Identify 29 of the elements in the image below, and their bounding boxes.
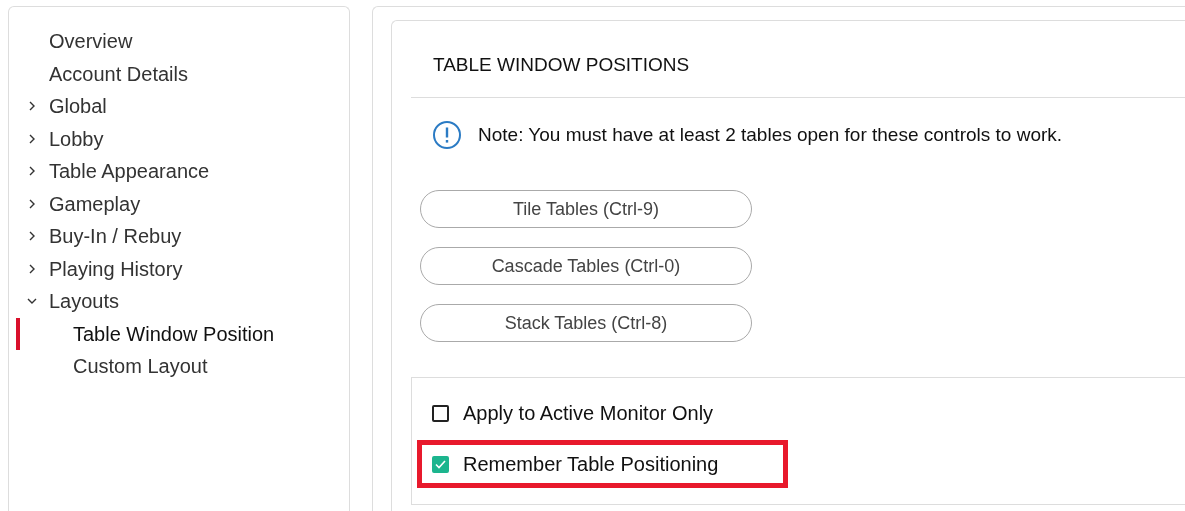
chevron-right-icon[interactable] [27, 263, 37, 274]
sidebar-item[interactable]: Gameplay [9, 187, 349, 220]
layout-button[interactable]: Cascade Tables (Ctrl-0) [420, 247, 752, 285]
info-icon [432, 120, 462, 150]
sidebar-item[interactable]: Playing History [9, 252, 349, 285]
checkbox-option[interactable]: Apply to Active Monitor Only [417, 392, 714, 434]
layout-button[interactable]: Stack Tables (Ctrl-8) [420, 304, 752, 342]
chevron-right-icon[interactable] [27, 101, 37, 112]
chevron-right-icon[interactable] [27, 166, 37, 177]
section-title: TABLE WINDOW POSITIONS [433, 54, 690, 75]
highlighted-checkbox-option[interactable]: Remember Table Positioning [417, 440, 789, 488]
sidebar-item[interactable]: Buy-In / Rebuy [9, 220, 349, 253]
note-text: Note: You must have at least 2 tables open for these controls to work. [478, 122, 1063, 147]
sidebar-item[interactable]: Global [9, 90, 349, 123]
selection-bar [16, 317, 20, 350]
chevron-right-icon[interactable] [27, 198, 37, 209]
checkbox[interactable] [432, 404, 449, 422]
sidebar-item[interactable]: Layouts [9, 285, 349, 318]
checkbox[interactable] [432, 455, 449, 473]
layout-button[interactable]: Tile Tables (Ctrl-9) [420, 190, 752, 228]
sidebar-item[interactable]: Table Window Position [9, 317, 349, 350]
sidebar-item[interactable]: Overview [9, 25, 349, 58]
sidebar-item[interactable]: Lobby [9, 122, 349, 155]
chevron-right-icon[interactable] [27, 133, 37, 144]
sidebar-item[interactable]: Table Appearance [9, 155, 349, 188]
sidebar-item[interactable]: Custom Layout [9, 350, 349, 383]
check-icon [435, 459, 446, 469]
sidebar-item[interactable]: Account Details [9, 57, 349, 90]
chevron-right-icon[interactable] [27, 231, 37, 242]
